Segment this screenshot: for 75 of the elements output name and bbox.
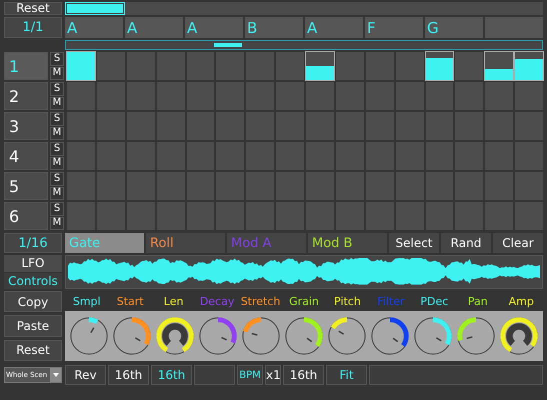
step-pad[interactable] [515, 52, 543, 80]
knob-label: Pan [466, 294, 489, 308]
option-button[interactable]: 16th [108, 365, 149, 385]
pattern-slot[interactable]: A [185, 17, 243, 38]
knob[interactable] [240, 315, 282, 357]
solo-button[interactable]: S [50, 202, 64, 216]
side-button[interactable]: Copy [4, 291, 62, 312]
knob[interactable] [326, 315, 368, 357]
knob-label: Grain [288, 294, 320, 308]
option-button[interactable]: Rev [65, 365, 106, 385]
caret-icon [50, 368, 61, 382]
option-button[interactable]: 16th [151, 365, 192, 385]
division-label: 1/16 [4, 233, 62, 253]
solo-button[interactable]: S [50, 172, 64, 186]
pattern-slot[interactable]: B [245, 17, 303, 38]
knob-label: Start [116, 294, 145, 308]
knob-label: Smpl [72, 294, 102, 308]
option-button[interactable]: x1 [265, 365, 281, 385]
knob[interactable] [196, 315, 239, 357]
mode-tab[interactable]: Roll [146, 233, 225, 253]
knob[interactable] [455, 315, 498, 357]
scrollbar[interactable] [65, 40, 543, 50]
solo-button[interactable]: S [50, 112, 64, 126]
knob[interactable] [412, 315, 454, 357]
mute-button[interactable]: M [50, 156, 64, 170]
track-number[interactable]: 2 [4, 82, 48, 110]
view-tab[interactable]: Controls [4, 272, 62, 289]
mute-button[interactable]: M [50, 66, 64, 80]
reset-button[interactable]: Reset [4, 2, 62, 15]
knob-label: PDec [419, 294, 450, 308]
empty-cell [194, 365, 235, 385]
pattern-slot[interactable]: A [305, 17, 363, 38]
option-button[interactable]: Fit [326, 365, 367, 385]
track-number[interactable]: 6 [4, 202, 48, 230]
knob[interactable] [110, 315, 153, 357]
knob[interactable] [498, 315, 540, 357]
solo-button[interactable]: S [50, 52, 64, 66]
track-number[interactable]: 4 [4, 142, 48, 170]
knob-label: Decay [198, 294, 236, 308]
option-button[interactable]: 16th [283, 365, 324, 385]
option-button[interactable]: BPM [237, 365, 263, 385]
knob[interactable] [68, 315, 110, 357]
pattern-slot[interactable]: A [65, 17, 123, 38]
mute-button[interactable]: M [50, 186, 64, 200]
pattern-slot[interactable]: G [425, 17, 483, 38]
track-number[interactable]: 3 [4, 112, 48, 140]
mode-tab[interactable]: Mod B [308, 233, 387, 253]
mute-button[interactable]: M [50, 216, 64, 230]
knob-label: Stretch [240, 294, 282, 308]
division-label: 1/1 [4, 17, 62, 38]
mute-button[interactable]: M [50, 96, 64, 110]
step-pad[interactable] [426, 52, 454, 80]
solo-button[interactable]: S [50, 82, 64, 96]
side-button[interactable]: Paste [4, 315, 62, 337]
knob[interactable] [282, 315, 325, 357]
knob[interactable] [154, 315, 196, 357]
action-button[interactable]: Clear [493, 233, 543, 253]
action-button[interactable]: Rand [441, 233, 491, 253]
pattern-slot[interactable]: A [125, 17, 183, 38]
mute-button[interactable]: M [50, 126, 64, 140]
side-button[interactable]: Reset [4, 340, 62, 361]
track-number[interactable]: 1 [4, 52, 48, 80]
pattern-slot[interactable]: F [365, 17, 423, 38]
track-number[interactable]: 5 [4, 172, 48, 200]
knob-label: Filter [376, 294, 406, 308]
knob[interactable] [369, 315, 412, 357]
solo-button[interactable]: S [50, 142, 64, 156]
view-tab[interactable]: LFO [4, 255, 62, 272]
action-button[interactable]: Select [389, 233, 439, 253]
knob-label: Pitch [333, 294, 362, 308]
knob-label: Len [162, 294, 184, 308]
pattern-slot[interactable] [485, 17, 543, 38]
step-pad[interactable] [306, 52, 334, 80]
knob-label: Amp [508, 294, 535, 308]
step-pad[interactable] [485, 52, 514, 80]
